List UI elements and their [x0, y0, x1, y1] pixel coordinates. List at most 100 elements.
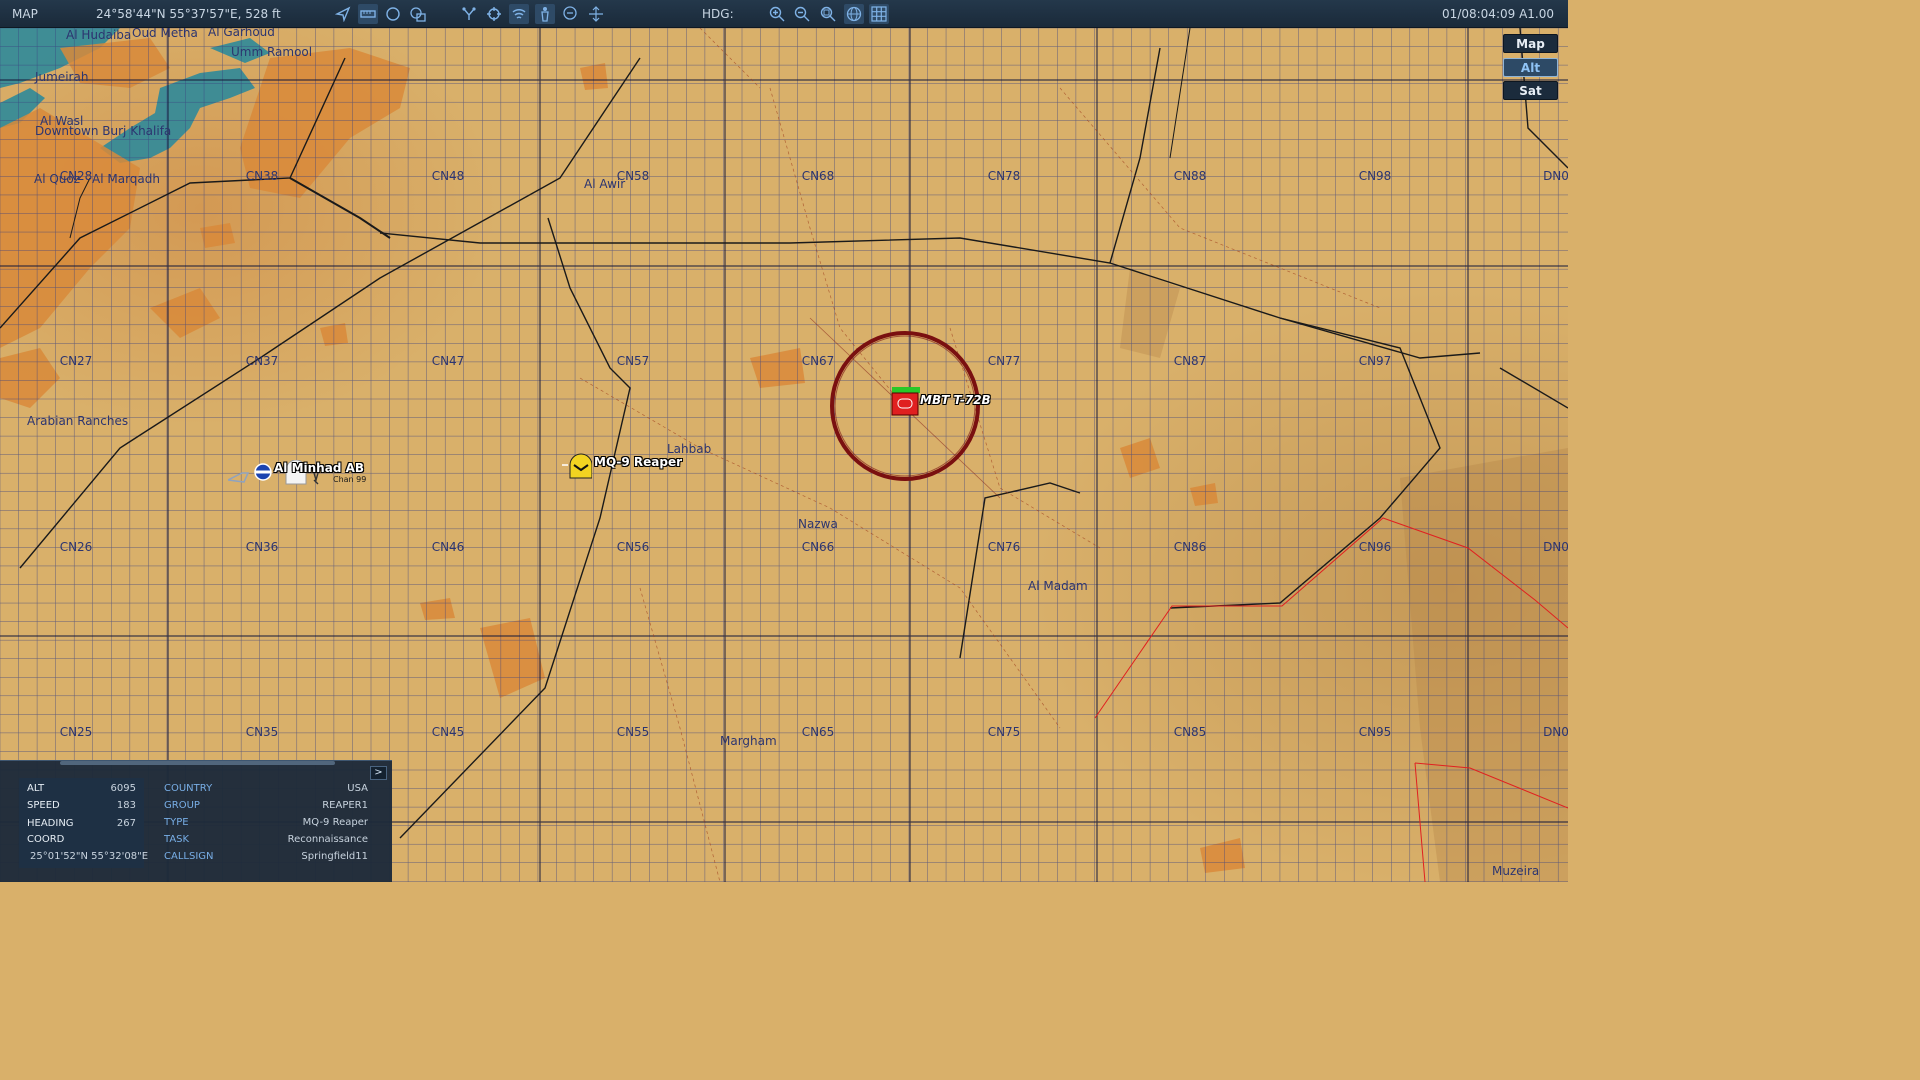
grid-label: CN78 [987, 169, 1021, 183]
place-label-margham: Margham [720, 734, 777, 748]
grid-icon[interactable] [869, 4, 889, 24]
speed-key: SPEED [27, 800, 60, 811]
unit-icon[interactable] [535, 4, 555, 24]
grid-label: CN46 [431, 540, 465, 554]
place-label-al-awir: Al Awir [584, 177, 626, 191]
country-key: COUNTRY [164, 783, 213, 794]
map-canvas [0, 28, 1568, 882]
uav-icon [562, 453, 593, 479]
place-label-downtown: Downtown Burj Khalifa [35, 124, 172, 138]
grid-label: CN47 [431, 354, 465, 368]
place-label-al-quoz: Al Quoz [34, 172, 81, 186]
grid-label: DN0 [1543, 725, 1568, 739]
grid-label: CN56 [616, 540, 650, 554]
place-label-al-hudaiba: Al Hudaiba [66, 28, 132, 42]
ruler-icon[interactable] [358, 4, 378, 24]
roads [0, 28, 1568, 839]
place-label-muzeira: Muzeira [1492, 864, 1540, 878]
layer-map-button[interactable]: Map [1503, 34, 1558, 53]
task-value: Reconnaissance [287, 834, 368, 845]
grid-label: CN38 [245, 169, 279, 183]
zoom-fit-icon[interactable] [818, 4, 838, 24]
place-label-oud-metha: Oud Metha [132, 28, 198, 40]
grid-label: CN26 [59, 540, 93, 554]
waypoints-icon[interactable] [459, 4, 479, 24]
place-label-jumeirah: Jumeirah [35, 70, 89, 84]
coord-value: 25°01'52"N 55°32'08"E [30, 851, 149, 862]
place-label-al-garhoud: Al Garhoud [208, 28, 275, 39]
globe-icon[interactable] [844, 4, 864, 24]
group-key: GROUP [164, 800, 200, 811]
place-label-arabian-ranches: Arabian Ranches [27, 414, 129, 428]
cursor-coordinate-readout: 24°58'44"N 55°37'57"E, 528 ft [96, 7, 281, 21]
place-label-umm-ramool: Umm Ramool [231, 45, 313, 59]
unit-info-panel: > ALT 6095 SPEED 183 HEADING 267 COORD 2… [0, 760, 392, 882]
circle-tool-icon[interactable] [383, 4, 403, 24]
speed-value: 183 [116, 800, 136, 811]
group-value: REAPER1 [322, 800, 368, 811]
place-label-al-madam: Al Madam [1028, 579, 1088, 593]
country-value: USA [347, 783, 368, 794]
navigate-icon[interactable] [333, 4, 353, 24]
target-icon[interactable] [484, 4, 504, 24]
reaper-label[interactable]: MQ-9 Reaper [594, 455, 682, 469]
grid-label: CN36 [245, 540, 279, 554]
target-unit-marker[interactable] [888, 384, 924, 418]
task-key: TASK [164, 834, 190, 845]
map-view[interactable]: CN28 CN38 CN48 CN58 CN68 CN78 CN88 CN98 DN0 CN27 C… [0, 28, 1568, 882]
grid-fine [0, 28, 1568, 882]
grid-label: CN35 [245, 725, 279, 739]
panel-expand-button[interactable]: > [370, 766, 387, 780]
grid-label: CN98 [1358, 169, 1392, 183]
panel-scrollbar[interactable] [60, 761, 335, 765]
grid-label: CN65 [801, 725, 835, 739]
heading-label: HDG: [702, 7, 734, 21]
grid-major [0, 28, 1568, 882]
grid-label: CN77 [987, 354, 1021, 368]
place-label-al-marqadh: Al Marqadh [92, 172, 160, 186]
map-title: MAP [12, 7, 38, 21]
layers-icon[interactable] [408, 4, 428, 24]
layer-sat-button[interactable]: Sat [1503, 81, 1558, 100]
heading-value: 267 [116, 818, 136, 829]
reaper-unit-marker[interactable] [560, 453, 593, 479]
layer-alt-button[interactable]: Alt [1503, 58, 1558, 77]
callsign-key: CALLSIGN [164, 851, 214, 862]
callsign-value: Springfield11 [301, 851, 368, 862]
grid-label: CN66 [801, 540, 835, 554]
type-value: MQ-9 Reaper [302, 817, 368, 828]
hostile-armor-icon [891, 387, 920, 416]
grid-label: CN85 [1173, 725, 1207, 739]
zoom-out-icon[interactable] [792, 4, 812, 24]
coord-key: COORD [27, 834, 65, 845]
type-key: TYPE [164, 817, 189, 828]
grid-label: DN0 [1543, 169, 1568, 183]
grid-label: CN88 [1173, 169, 1207, 183]
alt-key: ALT [27, 783, 45, 794]
grid-label: CN67 [801, 354, 835, 368]
place-label-lahbab: Lahbab [667, 442, 712, 456]
pan-icon[interactable] [586, 4, 606, 24]
chat-icon[interactable] [560, 4, 580, 24]
heading-key: HEADING [27, 818, 74, 829]
grid-label: CN25 [59, 725, 93, 739]
grid-label: CN76 [987, 540, 1021, 554]
signal-icon[interactable] [509, 4, 529, 24]
airbase-channel: Chan 99 [333, 475, 367, 484]
place-label-nazwa: Nazwa [798, 517, 838, 531]
grid-label: CN95 [1358, 725, 1392, 739]
grid-label: CN97 [1358, 354, 1392, 368]
grid-label: CN86 [1173, 540, 1207, 554]
grid-label: CN87 [1173, 354, 1207, 368]
top-toolbar: MAP 24°58'44"N 55°37'57"E, 528 ft HDG: 0… [0, 0, 1568, 28]
airbase-label[interactable]: Al Minhad AB [274, 461, 364, 475]
grid-label: CN27 [59, 354, 93, 368]
zoom-in-icon[interactable] [767, 4, 787, 24]
grid-label: CN48 [431, 169, 465, 183]
alt-value: 6095 [110, 783, 136, 794]
grid-label: CN37 [245, 354, 279, 368]
grid-label: CN96 [1358, 540, 1392, 554]
target-label[interactable]: MBT T-72B [920, 393, 991, 407]
grid-label: CN45 [431, 725, 465, 739]
grid-label: DN0 [1543, 540, 1568, 554]
